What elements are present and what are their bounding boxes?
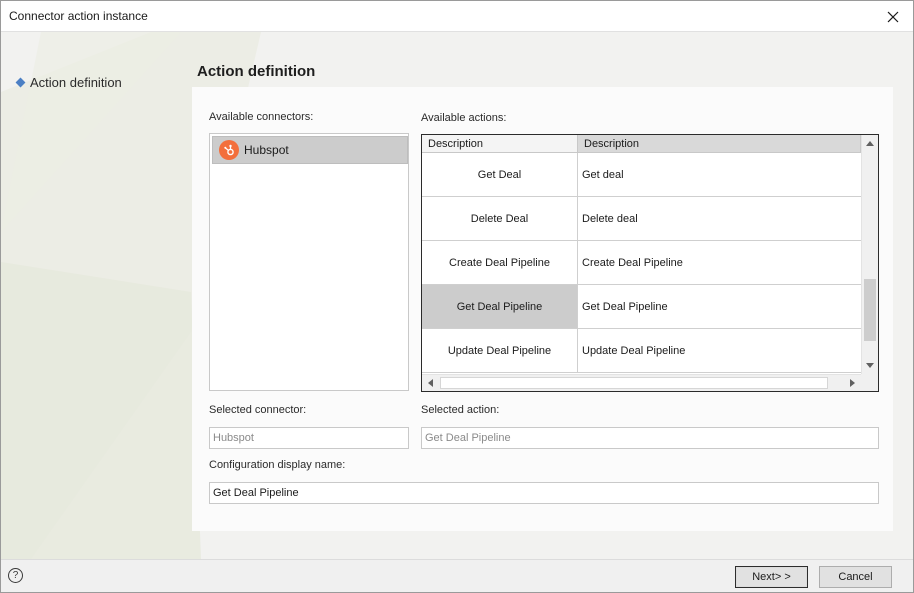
cancel-button[interactable]: Cancel [819,566,892,588]
connector-list[interactable]: Hubspot [209,133,409,391]
display-name-input[interactable]: Get Deal Pipeline [209,482,879,504]
table-row[interactable]: Create Deal Pipeline Create Deal Pipelin… [422,241,861,285]
available-actions-label: Available actions: [421,112,507,124]
action-name-cell: Get Deal [422,153,578,196]
table-row[interactable]: Get Deal Get deal [422,153,861,197]
action-name-cell: Delete Deal [422,197,578,240]
action-description-cell: Get Deal Pipeline [582,300,668,313]
nav-item-action-definition[interactable]: Action definition [15,75,122,90]
vertical-scrollbar[interactable] [861,135,878,374]
actions-grid[interactable]: Description Description Get Deal Get dea… [421,134,879,392]
triangle-left-icon [428,379,433,387]
scroll-corner [861,374,878,391]
action-name-cell: Create Deal Pipeline [422,241,578,284]
window-title: Connector action instance [9,9,148,23]
table-row[interactable]: Delete Deal Delete deal [422,197,861,241]
page-title: Action definition [197,63,316,80]
action-description-cell: Update Deal Pipeline [582,344,686,357]
hubspot-logo-icon [219,140,239,160]
triangle-down-icon [866,363,874,368]
action-description-cell: Get deal [582,168,624,181]
scroll-left-button[interactable] [422,375,439,391]
display-name-label: Configuration display name: [209,459,346,471]
selected-action-field: Get Deal Pipeline [421,427,879,449]
column-header-description[interactable]: Description [578,135,861,153]
next-button[interactable]: Next> > [735,566,808,588]
column-header-name[interactable]: Description [422,135,578,153]
diamond-bullet-icon [15,77,26,88]
connector-item-hubspot[interactable]: Hubspot [212,136,408,164]
action-description-cell: Create Deal Pipeline [582,256,683,269]
footer-bar: ? Next> > Cancel [1,559,913,592]
action-name-cell: Get Deal Pipeline [422,285,578,328]
horizontal-scroll-thumb[interactable] [440,377,828,389]
dialog-window: Connector action instance Action definit… [0,0,914,593]
close-button[interactable] [873,1,913,32]
nav-item-label: Action definition [30,75,122,90]
grid-body: Get Deal Get deal Delete Deal Delete dea… [422,153,861,373]
triangle-up-icon [866,141,874,146]
table-row[interactable]: Update Deal Pipeline Update Deal Pipelin… [422,329,861,373]
selected-action-label: Selected action: [421,404,500,416]
table-row-selected[interactable]: Get Deal Pipeline Get Deal Pipeline [422,285,861,329]
close-icon [887,11,899,22]
available-connectors-label: Available connectors: [209,111,314,123]
vertical-scroll-thumb[interactable] [864,279,876,341]
scroll-up-button[interactable] [862,135,878,152]
triangle-right-icon [850,379,855,387]
grid-header: Description Description [422,135,861,153]
title-bar: Connector action instance [1,1,913,32]
action-description-cell: Delete deal [582,212,638,225]
horizontal-scrollbar[interactable] [422,374,861,391]
action-name-cell: Update Deal Pipeline [422,329,578,372]
selected-connector-label: Selected connector: [209,404,307,416]
scroll-right-button[interactable] [844,375,861,391]
selected-connector-field: Hubspot [209,427,409,449]
connector-name: Hubspot [244,143,289,157]
scroll-down-button[interactable] [862,357,878,374]
help-icon[interactable]: ? [8,568,23,583]
